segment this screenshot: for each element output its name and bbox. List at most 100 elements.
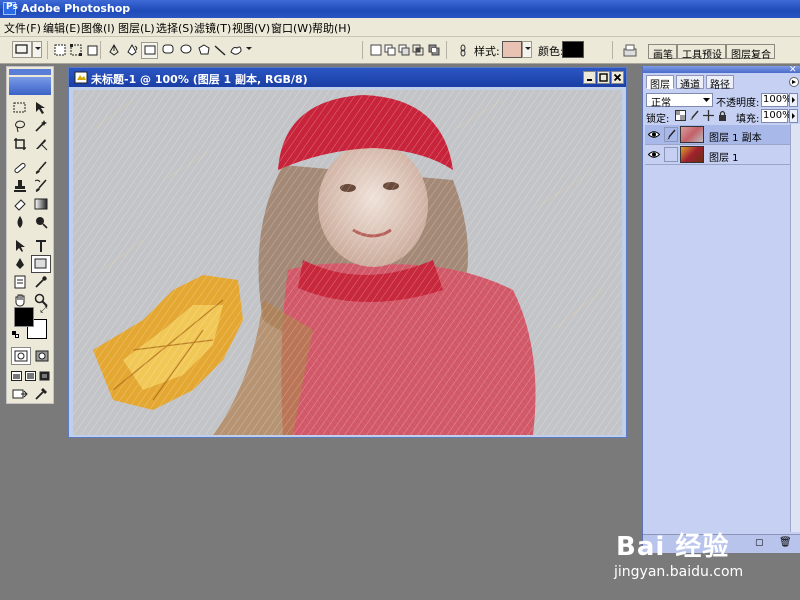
ellipse-tool-button[interactable] [178,42,195,59]
lock-pixels-button[interactable] [689,110,700,121]
well-tab-brushes[interactable]: 画笔 [648,44,677,61]
panel-header[interactable] [643,66,800,73]
tool-preset-dropdown[interactable] [32,41,42,58]
foreground-color-swatch[interactable] [14,307,34,327]
fill-pixels-icon [87,45,98,56]
gradient-tool[interactable] [31,195,51,213]
menu-filter[interactable]: 滤镜(T) [194,20,231,36]
well-tab-layer-comps[interactable]: 图层复合 [726,44,775,61]
link-style-button[interactable] [455,42,472,59]
marquee-tool[interactable] [10,99,30,117]
layer-row-1[interactable]: 图层 1 [645,145,790,165]
lock-transparent-button[interactable] [675,110,686,121]
opacity-slider-button[interactable] [789,93,798,107]
exclude-shape-button[interactable] [426,42,443,59]
default-colors-icon[interactable] [12,331,19,338]
fill-pixels-button[interactable] [84,42,101,59]
transparency-icon [675,110,686,121]
shape-layers-button[interactable] [52,42,69,59]
opacity-input[interactable]: 100% [761,93,792,107]
pen-tool[interactable] [10,255,30,273]
line-tool-button[interactable] [212,42,229,59]
custom-shape-dropdown[interactable] [244,42,254,59]
minimize-button[interactable] [583,71,596,84]
custom-shape-button[interactable] [228,42,245,59]
rounded-rectangle-button[interactable] [160,42,177,59]
screen-mode-standard[interactable] [10,367,23,385]
document-title-bar[interactable]: 未标题-1 @ 100% (图层 1 副本, RGB/8) [69,68,626,87]
clone-stamp-tool[interactable] [10,177,30,195]
eyedropper-tool[interactable] [31,273,51,291]
tab-channels[interactable]: 通道 [676,75,704,91]
menu-select[interactable]: 选择(S) [156,20,194,36]
lasso-tool[interactable] [10,117,30,135]
eye-icon[interactable] [648,150,660,159]
photoshop-feather-logo[interactable] [9,77,51,95]
shape-layers-icon [54,44,66,56]
toolbox-header[interactable] [9,69,51,75]
fill-input[interactable]: 100% [761,109,792,123]
style-swatch[interactable] [502,41,522,58]
menu-window[interactable]: 窗口(W) [271,20,312,36]
well-tab-tool-presets[interactable]: 工具预设 [677,44,726,61]
layer-link-box[interactable] [664,147,678,162]
freeform-pen-button[interactable] [124,42,141,59]
slice-tool[interactable] [31,135,51,153]
paths-button[interactable] [68,42,85,59]
path-selection-tool[interactable] [10,237,30,255]
swap-colors-icon[interactable]: ⤢ [40,305,47,315]
menu-file[interactable]: 文件(F) [4,20,41,36]
move-tool[interactable] [31,99,51,117]
menu-help[interactable]: 帮助(H) [312,20,351,36]
eye-icon[interactable] [648,130,660,139]
image-canvas[interactable] [73,90,622,435]
healing-brush-tool[interactable] [10,159,30,177]
screen-mode-full[interactable] [38,367,51,385]
panel-close-icon[interactable]: ✕ [789,65,797,75]
panel-menu-button[interactable] [789,76,799,88]
brush-tool[interactable] [31,159,51,177]
bandage-icon [14,162,26,174]
color-swatch[interactable] [562,41,584,58]
polygon-tool-button[interactable] [196,42,213,59]
style-dropdown[interactable] [522,41,532,58]
maximize-button[interactable] [597,71,610,84]
eraser-tool[interactable] [10,195,30,213]
pen-tool-button[interactable] [106,42,123,59]
tool-preset-picker[interactable] [12,41,32,58]
fill-slider-button[interactable] [789,109,798,123]
close-button[interactable] [611,71,624,84]
quick-mask-button[interactable] [32,347,52,365]
drop-icon [17,216,23,228]
screen-mode-full-menu[interactable] [24,367,37,385]
lock-all-button[interactable] [717,110,728,121]
rectangle-tool-button[interactable] [141,42,158,59]
menu-image[interactable]: 图像(I) [81,20,115,36]
blend-mode-select[interactable]: 正常 [646,93,713,109]
notes-tool[interactable] [10,273,30,291]
intersect-shape-button[interactable] [410,42,427,59]
menu-view[interactable]: 视图(V) [232,20,270,36]
type-tool[interactable] [31,237,51,255]
slice-icon [36,139,48,151]
dodge-tool[interactable] [31,213,51,231]
blur-tool[interactable] [10,213,30,231]
layer-row-1-copy[interactable]: 图层 1 副本 [645,125,790,145]
menu-layer[interactable]: 图层(L) [118,20,155,36]
tab-paths[interactable]: 路径 [706,75,734,91]
jump-to-imageready-button[interactable] [10,385,30,403]
chevron-right-icon [792,97,795,103]
tab-layers[interactable]: 图层 [646,75,674,91]
document-title: 未标题-1 @ 100% (图层 1 副本, RGB/8) [91,73,308,86]
standard-mode-button[interactable] [11,347,31,365]
rectangle-shape-tool[interactable] [31,255,51,273]
imageready-eyedropper[interactable] [31,385,51,403]
crop-tool[interactable] [10,135,30,153]
layers-scrollbar[interactable] [790,124,800,532]
layer-brush-indicator[interactable] [664,127,678,142]
history-brush-tool[interactable] [31,177,51,195]
file-browser-button[interactable] [620,41,638,59]
magic-wand-tool[interactable] [31,117,51,135]
menu-edit[interactable]: 编辑(E) [43,20,81,36]
lock-position-button[interactable] [703,110,714,121]
